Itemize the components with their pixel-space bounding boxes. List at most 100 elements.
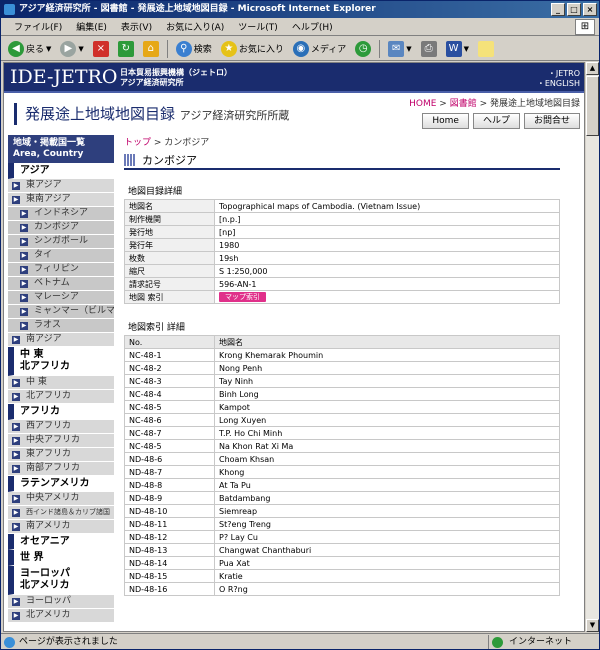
- map-index-button[interactable]: マップ索引: [219, 292, 266, 302]
- sidebar-item[interactable]: ▶ミャンマー（ビルマ）: [8, 305, 114, 319]
- sidebar-item[interactable]: ▶ 南アメリカ: [8, 520, 114, 534]
- close-button[interactable]: ×: [583, 3, 597, 16]
- sidebar-item[interactable]: ▶ 南部アフリカ: [8, 462, 114, 476]
- refresh-icon: ↻: [117, 40, 134, 57]
- sheet-number-cell: NC-48-5: [124, 400, 215, 414]
- sidebar-item[interactable]: ▶ カンボジア: [8, 221, 114, 235]
- sidebar-item[interactable]: ▶ 中央アフリカ: [8, 434, 114, 448]
- sidebar-item[interactable]: ▶ 西インド諸島＆カリブ諸国: [8, 506, 114, 520]
- vertical-scrollbar[interactable]: ▲ ▼: [586, 62, 599, 632]
- edit-button[interactable]: W ▼: [443, 39, 472, 59]
- menu-view[interactable]: 表示(V): [114, 20, 159, 33]
- sheet-number-cell: NC-48-7: [124, 426, 215, 440]
- sidebar-item[interactable]: ▶ フィリピン: [8, 263, 114, 277]
- sheet-number-cell: ND-48-11: [124, 517, 215, 531]
- sidebar-item[interactable]: ▶ シンガポール: [8, 235, 114, 249]
- scroll-down-button[interactable]: ▼: [586, 619, 599, 632]
- menu-file[interactable]: ファイル(F): [7, 20, 69, 33]
- sidebar-item[interactable]: ▶ マレーシア: [8, 291, 114, 305]
- stop-button[interactable]: ×: [90, 39, 112, 59]
- back-arrow-icon: ◀: [8, 40, 24, 57]
- sheet-number-cell: ND-48-15: [124, 569, 215, 583]
- jetro-link[interactable]: ・JETRO: [537, 69, 580, 79]
- sidebar-list: アジア ▶ 東アジア ▶ 東南アジア ▶ インドネシア ▶ カンボジア ▶ シンガポール ▶ タイ ▶ フィ…: [8, 163, 114, 623]
- maximize-button[interactable]: □: [567, 3, 581, 16]
- sidebar-category[interactable]: ヨーロッパ 北アメリカ: [8, 566, 114, 595]
- menu-tools[interactable]: ツール(T): [231, 20, 285, 33]
- map-name-cell: Long Xuyen: [214, 413, 560, 427]
- help-nav-button[interactable]: ヘルプ: [472, 113, 520, 129]
- english-link[interactable]: ・ENGLISH: [537, 79, 580, 89]
- sidebar-heading: 地域・掲載国一覧 Area, Country: [8, 135, 114, 163]
- scroll-thumb[interactable]: [586, 76, 599, 136]
- menu-favorites[interactable]: お気に入り(A): [159, 20, 231, 33]
- sidebar-item[interactable]: ▶ ヨーロッパ: [8, 595, 114, 609]
- map-name-cell: Nong Penh: [214, 361, 560, 375]
- sidebar-category[interactable]: アジア: [8, 163, 114, 179]
- table-row: ND-48-10 Siemreap: [124, 504, 560, 518]
- forward-arrow-icon: ▶: [60, 40, 77, 57]
- sidebar-item[interactable]: ▶ 東南アジア: [8, 193, 114, 207]
- sidebar-category[interactable]: オセアニア: [8, 534, 114, 550]
- sidebar-item[interactable]: ▶ 西アフリカ: [8, 420, 114, 434]
- sidebar-item[interactable]: ▶ 北アフリカ: [8, 390, 114, 404]
- detail-key: 発行年: [124, 238, 215, 252]
- map-name-cell: St?eng Treng: [214, 517, 560, 531]
- home-button[interactable]: ⌂: [140, 39, 162, 59]
- map-name-cell: Pua Xat: [214, 556, 560, 570]
- org-name: 日本貿易振興機構（ジェトロ） アジア経済研究所: [120, 68, 232, 87]
- minimize-button[interactable]: _: [551, 3, 565, 16]
- toolbar-divider: [379, 39, 381, 58]
- detail-row: 地図名 Topographical maps of Cambodia. (Viet…: [124, 199, 560, 213]
- mail-button[interactable]: ✉ ▼: [385, 39, 414, 59]
- toolbar-divider: [166, 39, 168, 58]
- menu-help[interactable]: ヘルプ(H): [285, 20, 340, 33]
- sidebar-category[interactable]: 中 東北アフリカ: [8, 347, 114, 376]
- history-button[interactable]: ◷: [352, 39, 374, 59]
- site-logo[interactable]: IDE-JETRO: [10, 66, 117, 88]
- map-name-cell: Krong Khemarak Phoumin: [214, 348, 560, 362]
- sidebar-item[interactable]: ▶ ベトナム: [8, 277, 114, 291]
- table-row: ND-48-8 At Ta Pu: [124, 478, 560, 492]
- sidebar-item[interactable]: ▶ インドネシア: [8, 207, 114, 221]
- print-button[interactable]: ⎙: [418, 39, 440, 59]
- sidebar-item[interactable]: ▶ 東アフリカ: [8, 448, 114, 462]
- breadcrumb-library[interactable]: 図書館: [450, 99, 477, 109]
- sidebar-item[interactable]: ▶ 中 東: [8, 376, 114, 390]
- search-button[interactable]: ⚲ 検索: [173, 39, 215, 59]
- home-nav-button[interactable]: Home: [422, 113, 469, 129]
- favorites-button[interactable]: ★ お気に入り: [218, 39, 287, 59]
- site-header: IDE-JETRO 日本貿易振興機構（ジェトロ） アジア経済研究所 ・JETRO…: [4, 63, 584, 93]
- sidebar-category[interactable]: 世 界: [8, 550, 114, 566]
- media-button[interactable]: ◉ メディア: [290, 39, 349, 59]
- arrow-right-icon: ▶: [20, 294, 28, 302]
- sidebar-item[interactable]: ▶ タイ: [8, 249, 114, 263]
- sidebar-item[interactable]: ▶ 東アジア: [8, 179, 114, 193]
- arrow-right-icon: ▶: [12, 336, 20, 344]
- sidebar-item[interactable]: ▶ 南アジア: [8, 333, 114, 347]
- media-icon: ◉: [292, 40, 309, 57]
- sidebar-item[interactable]: ▶ 中央アメリカ: [8, 492, 114, 506]
- table-row: ND-48-16 O R?ng: [124, 582, 560, 596]
- breadcrumb-home[interactable]: HOME: [409, 99, 436, 109]
- menu-edit[interactable]: 編集(E): [69, 20, 114, 33]
- map-name-cell: P? Lay Cu: [214, 530, 560, 544]
- sheet-number-cell: ND-48-8: [124, 478, 215, 492]
- content-breadcrumb-top[interactable]: トップ: [124, 138, 151, 148]
- map-name-cell: Tay Ninh: [214, 374, 560, 388]
- table-row: NC-48-6 Long Xuyen: [124, 413, 560, 427]
- sidebar-item[interactable]: ▶ 北アメリカ: [8, 609, 114, 623]
- toolbar: ◀ 戻る ▼ ▶ ▼ × ↻ ⌂ ⚲ 検索 ★ お気に入り ◉ メディア ◷ ✉ ▼ ⎙ W ▼: [1, 37, 599, 61]
- refresh-button[interactable]: ↻: [115, 39, 137, 59]
- sheet-number-cell: NC-48-4: [124, 387, 215, 401]
- sidebar-item[interactable]: ▶ ラオス: [8, 319, 114, 333]
- contact-nav-button[interactable]: お問合せ: [523, 113, 580, 129]
- sidebar-category[interactable]: ラテンアメリカ: [8, 476, 114, 492]
- forward-button[interactable]: ▶ ▼: [57, 39, 86, 59]
- sidebar-category[interactable]: アフリカ: [8, 404, 114, 420]
- discuss-button[interactable]: [475, 39, 497, 59]
- arrow-right-icon: ▶: [20, 280, 28, 288]
- back-button[interactable]: ◀ 戻る ▼: [5, 39, 54, 59]
- scroll-up-button[interactable]: ▲: [586, 62, 599, 75]
- chevron-down-icon: ▼: [78, 44, 84, 53]
